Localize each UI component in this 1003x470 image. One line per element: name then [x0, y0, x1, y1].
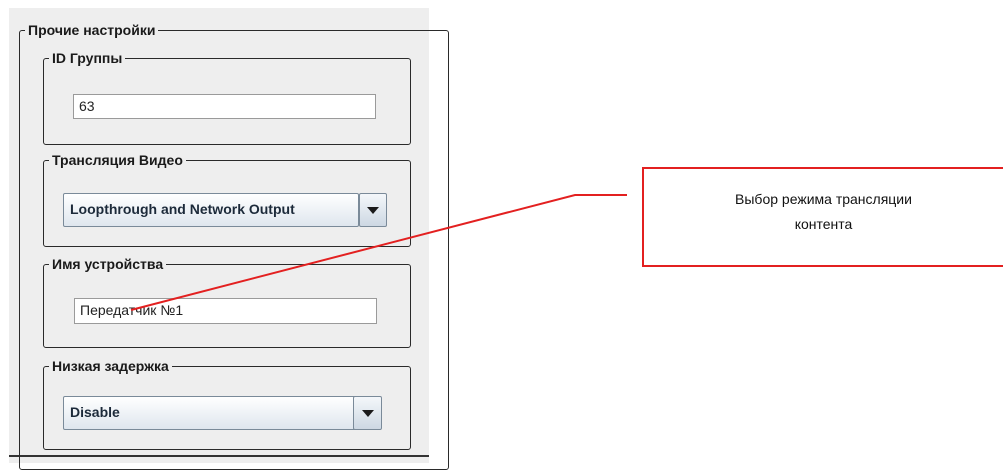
callout-text-line2: контента: [794, 216, 853, 232]
callout-box: Выбор режима трансляции контента: [642, 167, 1003, 267]
callout-text-line1: Выбор режима трансляции: [735, 191, 912, 207]
